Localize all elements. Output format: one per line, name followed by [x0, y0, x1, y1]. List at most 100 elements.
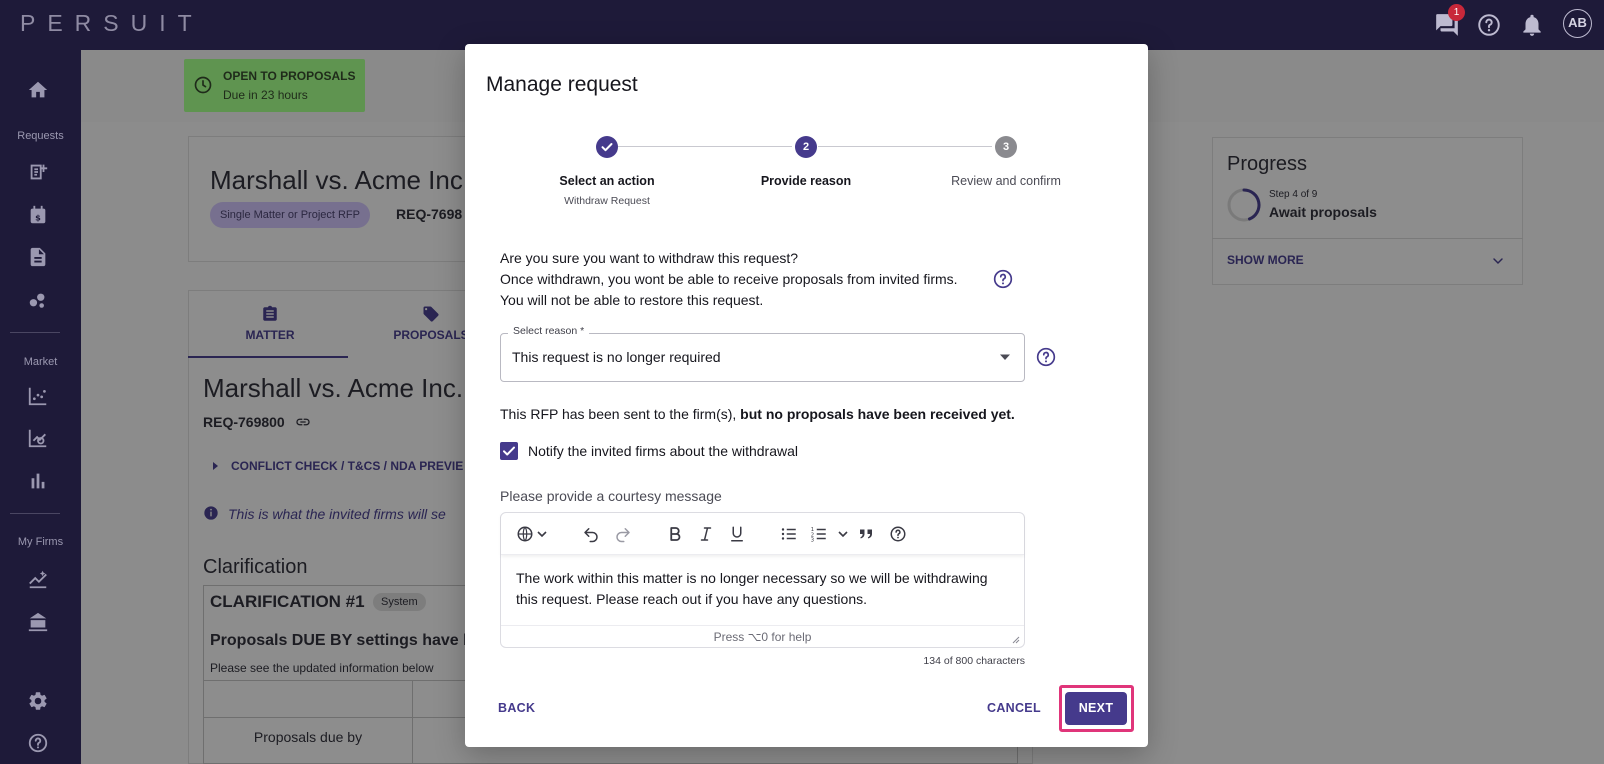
next-button[interactable]: NEXT — [1065, 692, 1127, 725]
top-bar: PERSUIT 1 AB — [0, 0, 1604, 50]
progress-stage: Await proposals — [1269, 204, 1377, 220]
tab-matter-label: MATTER — [245, 328, 295, 342]
request-id: REQ-7698 — [396, 206, 463, 222]
redo-icon[interactable] — [614, 525, 632, 543]
numbered-list-icon[interactable]: 123 — [810, 525, 828, 543]
cancel-button[interactable]: CANCEL — [987, 701, 1041, 715]
matter-title: Marshall vs. Acme Inc. — [210, 165, 471, 195]
firms-building-icon[interactable] — [27, 611, 49, 633]
tab-active-underline — [188, 356, 348, 358]
dialog-title: Manage request — [486, 73, 638, 96]
confirm-line-3: You will not be able to restore this req… — [500, 292, 764, 308]
persuit-logo[interactable]: PERSUIT — [20, 10, 204, 37]
matter-title-secondary: Marshall vs. Acme Inc. — [203, 373, 464, 403]
due-by-heading: Proposals DUE BY settings have be — [210, 632, 482, 649]
character-count: 134 of 800 characters — [923, 655, 1025, 667]
editor-help-icon[interactable] — [889, 525, 907, 543]
courtesy-message-label: Please provide a courtesy message — [500, 488, 722, 504]
sidebar-section-market: Market — [23, 356, 58, 368]
tab-proposals-label: PROPOSALS — [393, 328, 469, 342]
clock-icon — [193, 75, 213, 95]
notify-firms-label[interactable]: Notify the invited firms about the withd… — [528, 443, 798, 459]
reason-select-value[interactable]: This request is no longer required — [512, 349, 721, 365]
calendar-dollar-icon[interactable]: $ — [27, 204, 49, 226]
conflict-check-link[interactable]: CONFLICT CHECK / T&CS / NDA PREVIE — [231, 459, 463, 473]
dropdown-caret-icon[interactable] — [999, 353, 1011, 361]
step-1-sublabel: Withdraw Request — [564, 195, 650, 207]
status-title: OPEN TO PROPOSALS — [223, 69, 356, 83]
table-divider — [412, 681, 413, 764]
italic-icon[interactable] — [697, 525, 715, 543]
notify-firms-checkbox[interactable] — [500, 442, 518, 460]
sidebar-divider — [10, 332, 60, 333]
confirm-line-1: Are you sure you want to withdraw this r… — [500, 250, 799, 266]
undo-icon[interactable] — [582, 525, 600, 543]
home-icon[interactable] — [27, 79, 49, 101]
sidebar-section-my-firms: My Firms — [17, 536, 64, 548]
reason-select-label: Select reason * — [508, 325, 590, 337]
rfp-sent-bold-text: but no proposals have been received yet. — [740, 406, 1015, 422]
sidebar-help-icon[interactable] — [27, 732, 49, 754]
blockquote-icon[interactable] — [857, 525, 875, 543]
step-2-indicator: 2 — [795, 136, 817, 158]
bubbles-icon[interactable] — [27, 289, 49, 311]
bullet-list-icon[interactable] — [780, 525, 798, 543]
market-search-icon[interactable] — [27, 427, 49, 449]
tab-matter[interactable]: MATTER — [240, 304, 300, 342]
show-more-link[interactable]: SHOW MORE — [1227, 253, 1304, 267]
link-icon[interactable] — [295, 414, 313, 430]
info-icon — [203, 505, 219, 521]
editor-help-hint: Press ⌥0 for help — [501, 625, 1024, 647]
progress-ring — [1226, 187, 1262, 223]
sidebar-divider — [10, 513, 60, 514]
language-globe-icon[interactable] — [516, 525, 534, 543]
table-cell: Proposals due by — [253, 729, 363, 745]
editor-toolbar — [501, 513, 1024, 555]
invited-firms-info: This is what the invited firms will se — [228, 506, 446, 522]
stepper-connector — [818, 146, 992, 147]
confirm-line-2: Once withdrawn, you wont be able to rece… — [500, 271, 958, 287]
back-button[interactable]: BACK — [498, 701, 535, 715]
updated-info-text: Please see the updated information below — [210, 661, 434, 675]
sidebar — [0, 50, 81, 764]
caret-right-icon[interactable] — [212, 461, 220, 471]
reason-help-icon[interactable] — [1036, 347, 1056, 367]
bold-icon[interactable] — [666, 525, 684, 543]
withdraw-help-icon[interactable] — [993, 269, 1013, 289]
language-chevron-down-icon[interactable] — [536, 525, 548, 543]
step-3-label: Review and confirm — [951, 174, 1061, 188]
request-id-full: REQ-769800 — [203, 414, 285, 430]
notification-badge: 1 — [1448, 4, 1465, 21]
progress-title: Progress — [1227, 153, 1308, 175]
clarification-badge: System — [373, 593, 426, 611]
status-banner: OPEN TO PROPOSALS Due in 23 hours — [184, 59, 365, 112]
progress-divider — [1212, 238, 1523, 239]
stepper-connector — [618, 146, 792, 147]
step-2-label: Provide reason — [760, 174, 852, 188]
user-avatar[interactable]: AB — [1563, 9, 1592, 38]
table-divider — [204, 717, 412, 718]
rfp-type-pill: Single Matter or Project RFP — [210, 202, 370, 228]
courtesy-message-text[interactable]: The work within this matter is no longer… — [516, 568, 1006, 610]
firm-insights-icon[interactable] — [27, 568, 49, 590]
new-request-icon[interactable] — [27, 161, 49, 183]
rfp-sent-notice: This RFP has been sent to the firm(s), b… — [500, 406, 1015, 422]
document-icon[interactable] — [27, 246, 49, 268]
rfp-sent-text: This RFP has been sent to the firm(s), — [500, 406, 737, 422]
scatter-chart-icon[interactable] — [27, 385, 49, 407]
svg-text:3: 3 — [811, 538, 814, 544]
step-1-label: Select an action — [559, 174, 655, 188]
bar-chart-icon[interactable] — [27, 470, 49, 492]
underline-icon[interactable] — [728, 525, 746, 543]
chevron-down-icon[interactable] — [1490, 253, 1506, 269]
resize-handle-icon[interactable] — [1010, 634, 1020, 644]
tab-proposals[interactable]: PROPOSALS — [392, 304, 470, 342]
matter-header-card — [188, 136, 468, 262]
help-icon[interactable] — [1476, 12, 1502, 38]
list-chevron-down-icon[interactable] — [837, 525, 849, 543]
progress-step: Step 4 of 9 — [1269, 189, 1318, 200]
bell-icon[interactable] — [1519, 12, 1545, 38]
settings-icon[interactable] — [27, 690, 49, 712]
clarification-title: CLARIFICATION #1 — [210, 592, 365, 611]
step-3-indicator: 3 — [995, 136, 1017, 158]
